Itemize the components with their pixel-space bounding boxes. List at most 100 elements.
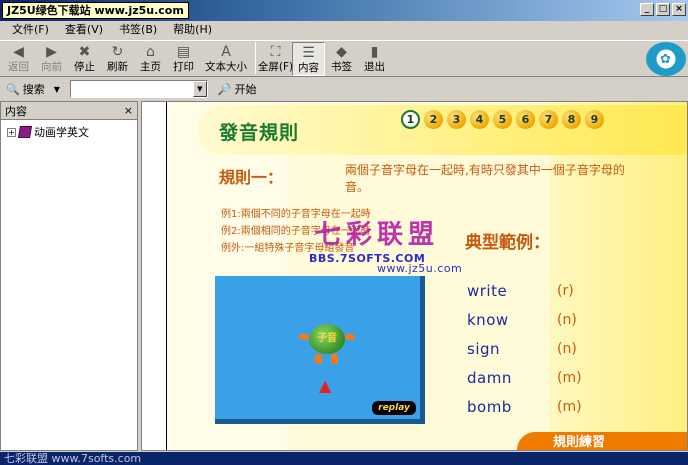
home-button[interactable]: ⌂ 主页 xyxy=(134,42,167,76)
example-word: write xyxy=(467,281,508,300)
search-dropdown-arrow-icon[interactable]: ▼ xyxy=(192,81,207,97)
search-go-button[interactable]: 🔎 开始 xyxy=(218,81,257,97)
chevron-down-icon: ▼ xyxy=(53,84,60,94)
stop-button[interactable]: ✖ 停止 xyxy=(68,42,101,76)
example-word: bomb xyxy=(467,397,512,416)
word-row[interactable]: bomb (m) xyxy=(467,392,582,421)
lesson-number-3[interactable]: 3 xyxy=(447,110,466,129)
menu-view[interactable]: 查看(V) xyxy=(57,21,111,39)
menu-file[interactable]: 文件(F) xyxy=(4,21,57,39)
typical-examples-title: 典型範例： xyxy=(465,233,550,253)
rule-title: 規則一： xyxy=(219,168,284,187)
fullscreen-button[interactable]: ⛶ 全屏(F) xyxy=(257,42,294,76)
animation-panel: 子音 ▲ replay xyxy=(215,276,425,424)
lesson-number-4[interactable]: 4 xyxy=(470,110,489,129)
word-sound: (r) xyxy=(557,282,574,299)
paw-logo-icon: ✿ xyxy=(646,42,686,76)
lesson-number-1[interactable]: 1 xyxy=(401,110,420,129)
title-bar: JZ5U绿色下载站 www.jz5u.com _ □ × xyxy=(0,0,688,21)
watermark-brand: 七彩联盟 xyxy=(315,220,440,250)
forward-label: 向前 xyxy=(41,61,62,73)
word-sound: (n) xyxy=(557,311,577,328)
replay-button[interactable]: replay xyxy=(372,401,416,415)
forward-button[interactable]: ▶ 向前 xyxy=(35,42,68,76)
lesson-title: 發音規則 xyxy=(219,122,300,144)
bookmark-button[interactable]: ◆ 书签 xyxy=(325,42,358,76)
site-badge: JZ5U绿色下载站 www.jz5u.com xyxy=(2,2,189,19)
minimize-button[interactable]: _ xyxy=(640,3,654,16)
lesson-page: 發音規則 1 2 3 4 5 6 7 8 9 規則一： 兩個子音字母在一起時,有… xyxy=(166,102,687,450)
print-button[interactable]: ▤ 打印 xyxy=(167,42,200,76)
fullscreen-icon: ⛶ xyxy=(270,44,281,60)
example-word: know xyxy=(467,310,509,329)
character-leg xyxy=(331,354,338,364)
bookmark-label: 书签 xyxy=(331,61,352,73)
watermark-url: www.jz5u.com xyxy=(377,262,463,275)
tree-expander-icon[interactable]: + xyxy=(7,127,16,137)
toolbar: ◀ 返回 ▶ 向前 ✖ 停止 ↻ 刷新 ⌂ 主页 ▤ 打印 A 文本大小 ⛶ 全… xyxy=(0,40,688,77)
lesson-number-8[interactable]: 8 xyxy=(562,110,581,129)
forward-arrow-icon: ▶ xyxy=(46,44,57,60)
search-label: 搜索 xyxy=(22,83,45,96)
fullscreen-label: 全屏(F) xyxy=(257,61,294,73)
exit-label: 退出 xyxy=(364,61,385,73)
rule-text: 兩個子音字母在一起時,有時只發其中一個子音字母的音。 xyxy=(345,163,625,194)
contents-icon: ☰ xyxy=(302,45,315,61)
search-input[interactable]: ▼ xyxy=(69,80,208,98)
text-size-button[interactable]: A 文本大小 xyxy=(200,42,252,76)
maximize-button[interactable]: □ xyxy=(656,3,670,16)
close-icon[interactable]: × xyxy=(124,104,133,117)
word-row[interactable]: write (r) xyxy=(467,276,582,305)
home-icon: ⌂ xyxy=(146,44,155,60)
contents-button[interactable]: ☰ 内容 xyxy=(292,42,325,76)
word-row[interactable]: know (n) xyxy=(467,305,582,334)
back-label: 返回 xyxy=(8,61,29,73)
print-label: 打印 xyxy=(173,61,194,73)
exit-button[interactable]: ▮ 退出 xyxy=(358,42,391,76)
menu-help[interactable]: 帮助(H) xyxy=(165,21,220,39)
word-row[interactable]: sign (n) xyxy=(467,334,582,363)
window-controls: _ □ × xyxy=(640,3,686,16)
rule-practice-tab[interactable]: 規則練習 xyxy=(517,432,687,450)
text-size-icon: A xyxy=(221,44,231,60)
search-go-label: 开始 xyxy=(234,83,257,96)
contents-pane-header: 内容 × xyxy=(1,102,137,120)
tree-item-label: 动画学英文 xyxy=(34,126,89,139)
character-arm xyxy=(345,334,355,340)
lesson-number-6[interactable]: 6 xyxy=(516,110,535,129)
home-label: 主页 xyxy=(140,61,161,73)
example-word: damn xyxy=(467,368,512,387)
bookmark-icon: ◆ xyxy=(336,44,347,60)
tree-item[interactable]: + 动画学英文 xyxy=(1,120,137,140)
contents-pane: 内容 × + 动画学英文 xyxy=(0,101,138,451)
content-viewer: 發音規則 1 2 3 4 5 6 7 8 9 規則一： 兩個子音字母在一起時,有… xyxy=(141,101,688,451)
word-list: write (r) know (n) sign (n) damn (m) bom… xyxy=(467,276,582,421)
lesson-number-2[interactable]: 2 xyxy=(424,110,443,129)
up-arrow-icon: ▲ xyxy=(319,376,332,395)
stop-label: 停止 xyxy=(74,61,95,73)
consonant-ball-character: 子音 xyxy=(309,324,345,354)
example-word: sign xyxy=(467,339,501,358)
menu-bar: 文件(F) 查看(V) 书签(B) 帮助(H) xyxy=(0,21,688,39)
stop-icon: ✖ xyxy=(78,44,91,60)
refresh-button[interactable]: ↻ 刷新 xyxy=(101,42,134,76)
lesson-number-nav: 1 2 3 4 5 6 7 8 9 xyxy=(401,110,604,129)
back-button[interactable]: ◀ 返回 xyxy=(2,42,35,76)
word-sound: (m) xyxy=(557,398,582,415)
word-sound: (n) xyxy=(557,340,577,357)
lesson-number-5[interactable]: 5 xyxy=(493,110,512,129)
word-row[interactable]: damn (m) xyxy=(467,363,582,392)
close-button[interactable]: × xyxy=(672,3,686,16)
word-sound: (m) xyxy=(557,369,582,386)
character-leg xyxy=(315,354,322,364)
refresh-icon: ↻ xyxy=(111,44,124,60)
search-icon: 🔍 xyxy=(6,82,20,96)
back-arrow-icon: ◀ xyxy=(13,44,24,60)
menu-bookmarks[interactable]: 书签(B) xyxy=(111,21,165,39)
search-mode-dropdown[interactable]: 🔍 搜索 ▼ xyxy=(6,81,60,97)
lesson-number-9[interactable]: 9 xyxy=(585,110,604,129)
character-arm xyxy=(299,334,309,340)
refresh-label: 刷新 xyxy=(107,61,128,73)
contents-pane-title: 内容 xyxy=(5,104,27,118)
lesson-number-7[interactable]: 7 xyxy=(539,110,558,129)
